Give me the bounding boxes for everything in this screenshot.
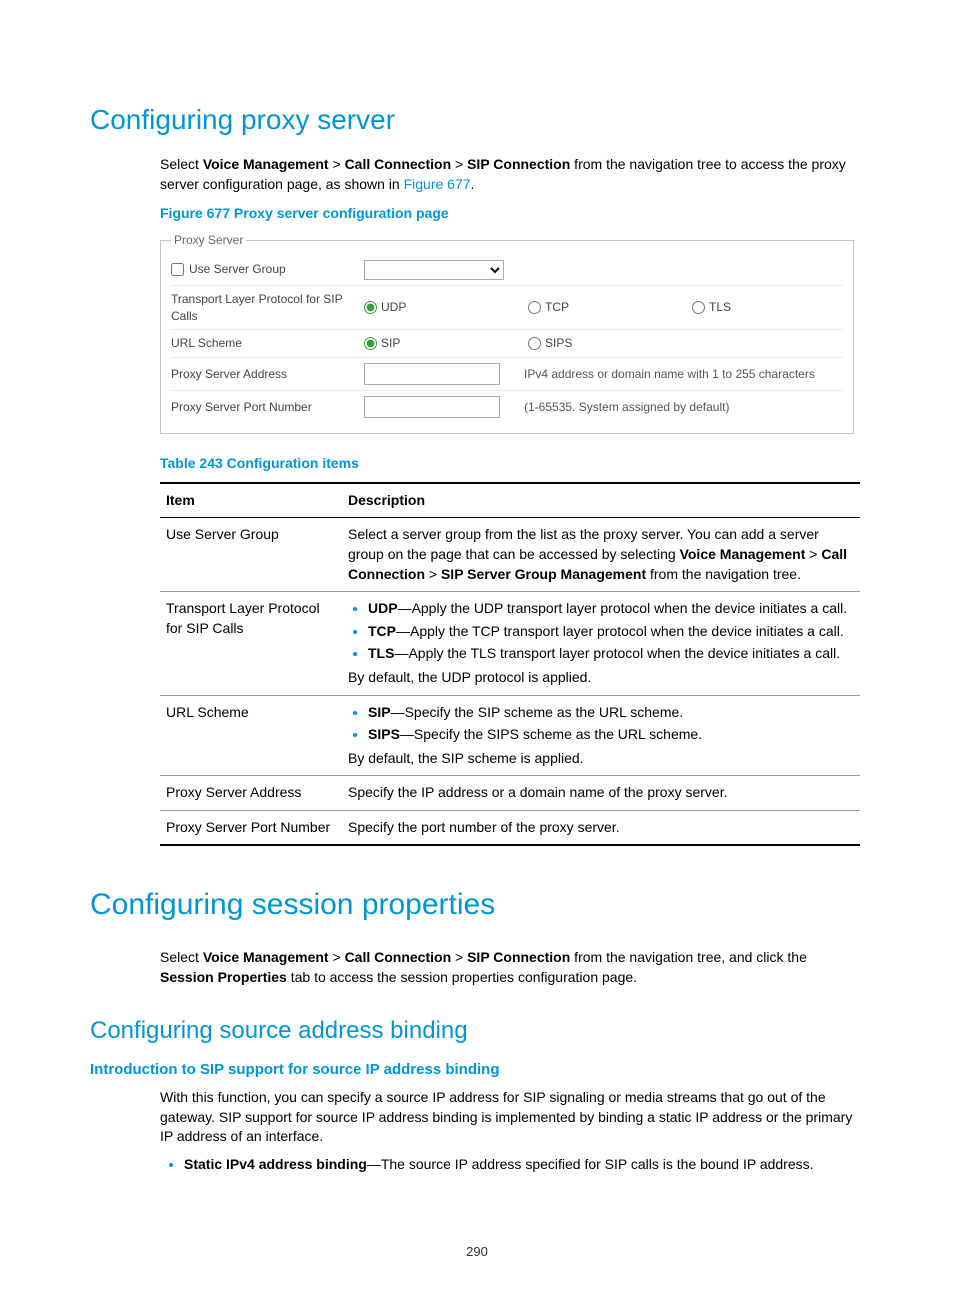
- table-header-description: Description: [342, 483, 860, 518]
- item-cell: Transport Layer Protocol for SIP Calls: [160, 592, 342, 695]
- text-bold: Static IPv4 address binding: [184, 1156, 367, 1172]
- desc-cell: Specify the port number of the proxy ser…: [342, 810, 860, 845]
- nav-sep: >: [451, 156, 467, 172]
- nav-sep: >: [329, 949, 345, 965]
- text: —Specify the SIP scheme as the URL schem…: [391, 704, 684, 720]
- nav-call-connection: Call Connection: [345, 949, 452, 965]
- list-item: TLS—Apply the TLS transport layer protoc…: [368, 644, 854, 664]
- heading-configuring-proxy-server: Configuring proxy server: [90, 100, 864, 139]
- table-row: Use Server Group Select a server group f…: [160, 518, 860, 592]
- nav-sip-connection: SIP Connection: [467, 949, 570, 965]
- proxy-port-label: Proxy Server Port Number: [171, 399, 364, 416]
- use-server-group-checkbox[interactable]: [171, 263, 184, 276]
- list-item: TCP—Apply the TCP transport layer protoc…: [368, 622, 854, 642]
- udp-radio-label: UDP: [381, 299, 406, 316]
- tcp-radio-label: TCP: [545, 299, 569, 316]
- transport-protocol-label: Transport Layer Protocol for SIP Calls: [171, 291, 364, 325]
- text: from the navigation tree.: [646, 566, 801, 582]
- text-bold: SIP Server Group Management: [441, 566, 646, 582]
- item-cell: Proxy Server Address: [160, 776, 342, 811]
- sips-radio[interactable]: [528, 337, 541, 350]
- use-server-group-label: Use Server Group: [189, 261, 286, 278]
- configuration-items-table: Item Description Use Server Group Select…: [160, 482, 860, 847]
- tab-session-properties: Session Properties: [160, 969, 287, 985]
- proxy-port-input[interactable]: [364, 396, 500, 418]
- text-bold: SIPS: [368, 726, 400, 742]
- udp-radio[interactable]: [364, 301, 377, 314]
- heading-configuring-source-address-binding: Configuring source address binding: [90, 1014, 864, 1048]
- text: .: [471, 176, 475, 192]
- desc-cell: Specify the IP address or a domain name …: [342, 776, 860, 811]
- table-row: Proxy Server Address Specify the IP addr…: [160, 776, 860, 811]
- proxy-server-fieldset: Proxy Server Use Server Group Transport …: [160, 232, 854, 434]
- url-scheme-label: URL Scheme: [171, 335, 364, 352]
- text: By default, the UDP protocol is applied.: [348, 668, 854, 688]
- proxy-intro-paragraph: Select Voice Management > Call Connectio…: [160, 155, 864, 194]
- nav-call-connection: Call Connection: [345, 156, 452, 172]
- item-cell: Use Server Group: [160, 518, 342, 592]
- list-item: UDP—Apply the UDP transport layer protoc…: [368, 599, 854, 619]
- text-bold: TCP: [368, 623, 396, 639]
- text: —Specify the SIPS scheme as the URL sche…: [400, 726, 702, 742]
- desc-cell: SIP—Specify the SIP scheme as the URL sc…: [342, 695, 860, 776]
- nav-voice-management: Voice Management: [203, 156, 329, 172]
- nav-sep: >: [329, 156, 345, 172]
- text: Select: [160, 949, 203, 965]
- desc-cell: Select a server group from the list as t…: [342, 518, 860, 592]
- table-header-item: Item: [160, 483, 342, 518]
- text: —Apply the UDP transport layer protocol …: [398, 600, 848, 616]
- subheading-intro-sip-support: Introduction to SIP support for source I…: [90, 1059, 864, 1080]
- text-bold: Voice Management: [680, 546, 806, 562]
- server-group-select[interactable]: [364, 260, 504, 280]
- proxy-server-legend: Proxy Server: [171, 232, 246, 249]
- text-bold: TLS: [368, 645, 394, 661]
- nav-sep: >: [451, 949, 467, 965]
- source-binding-paragraph: With this function, you can specify a so…: [160, 1088, 864, 1147]
- page-number: 290: [0, 1243, 954, 1261]
- list-item: SIPS—Specify the SIPS scheme as the URL …: [368, 725, 854, 745]
- table-row: URL Scheme SIP—Specify the SIP scheme as…: [160, 695, 860, 776]
- text-bold: SIP: [368, 704, 391, 720]
- text: —Apply the TLS transport layer protocol …: [394, 645, 840, 661]
- proxy-address-input[interactable]: [364, 363, 500, 385]
- figure-677-caption: Figure 677 Proxy server configuration pa…: [160, 204, 864, 224]
- tls-radio-label: TLS: [709, 299, 731, 316]
- list-item: Static IPv4 address binding—The source I…: [184, 1155, 864, 1175]
- nav-voice-management: Voice Management: [203, 949, 329, 965]
- table-243-caption: Table 243 Configuration items: [160, 454, 864, 474]
- desc-cell: UDP—Apply the UDP transport layer protoc…: [342, 592, 860, 695]
- text: —Apply the TCP transport layer protocol …: [396, 623, 844, 639]
- sip-radio[interactable]: [364, 337, 377, 350]
- text-bold: UDP: [368, 600, 398, 616]
- text: >: [425, 566, 441, 582]
- proxy-port-hint: (1-65535. System assigned by default): [524, 399, 729, 416]
- table-row: Transport Layer Protocol for SIP Calls U…: [160, 592, 860, 695]
- text: Select: [160, 156, 203, 172]
- text: >: [805, 546, 821, 562]
- sip-radio-label: SIP: [381, 335, 400, 352]
- table-row: Proxy Server Port Number Specify the por…: [160, 810, 860, 845]
- text: from the navigation tree, and click the: [570, 949, 807, 965]
- text: By default, the SIP scheme is applied.: [348, 749, 854, 769]
- proxy-address-label: Proxy Server Address: [171, 366, 364, 383]
- figure-677-link[interactable]: Figure 677: [404, 176, 471, 192]
- heading-configuring-session-properties: Configuring session properties: [90, 884, 864, 926]
- list-item: SIP—Specify the SIP scheme as the URL sc…: [368, 703, 854, 723]
- item-cell: URL Scheme: [160, 695, 342, 776]
- item-cell: Proxy Server Port Number: [160, 810, 342, 845]
- tcp-radio[interactable]: [528, 301, 541, 314]
- nav-sip-connection: SIP Connection: [467, 156, 570, 172]
- tls-radio[interactable]: [692, 301, 705, 314]
- sips-radio-label: SIPS: [545, 335, 572, 352]
- proxy-address-hint: IPv4 address or domain name with 1 to 25…: [524, 366, 815, 383]
- text: tab to access the session properties con…: [287, 969, 637, 985]
- session-intro-paragraph: Select Voice Management > Call Connectio…: [160, 948, 864, 987]
- text: —The source IP address specified for SIP…: [367, 1156, 814, 1172]
